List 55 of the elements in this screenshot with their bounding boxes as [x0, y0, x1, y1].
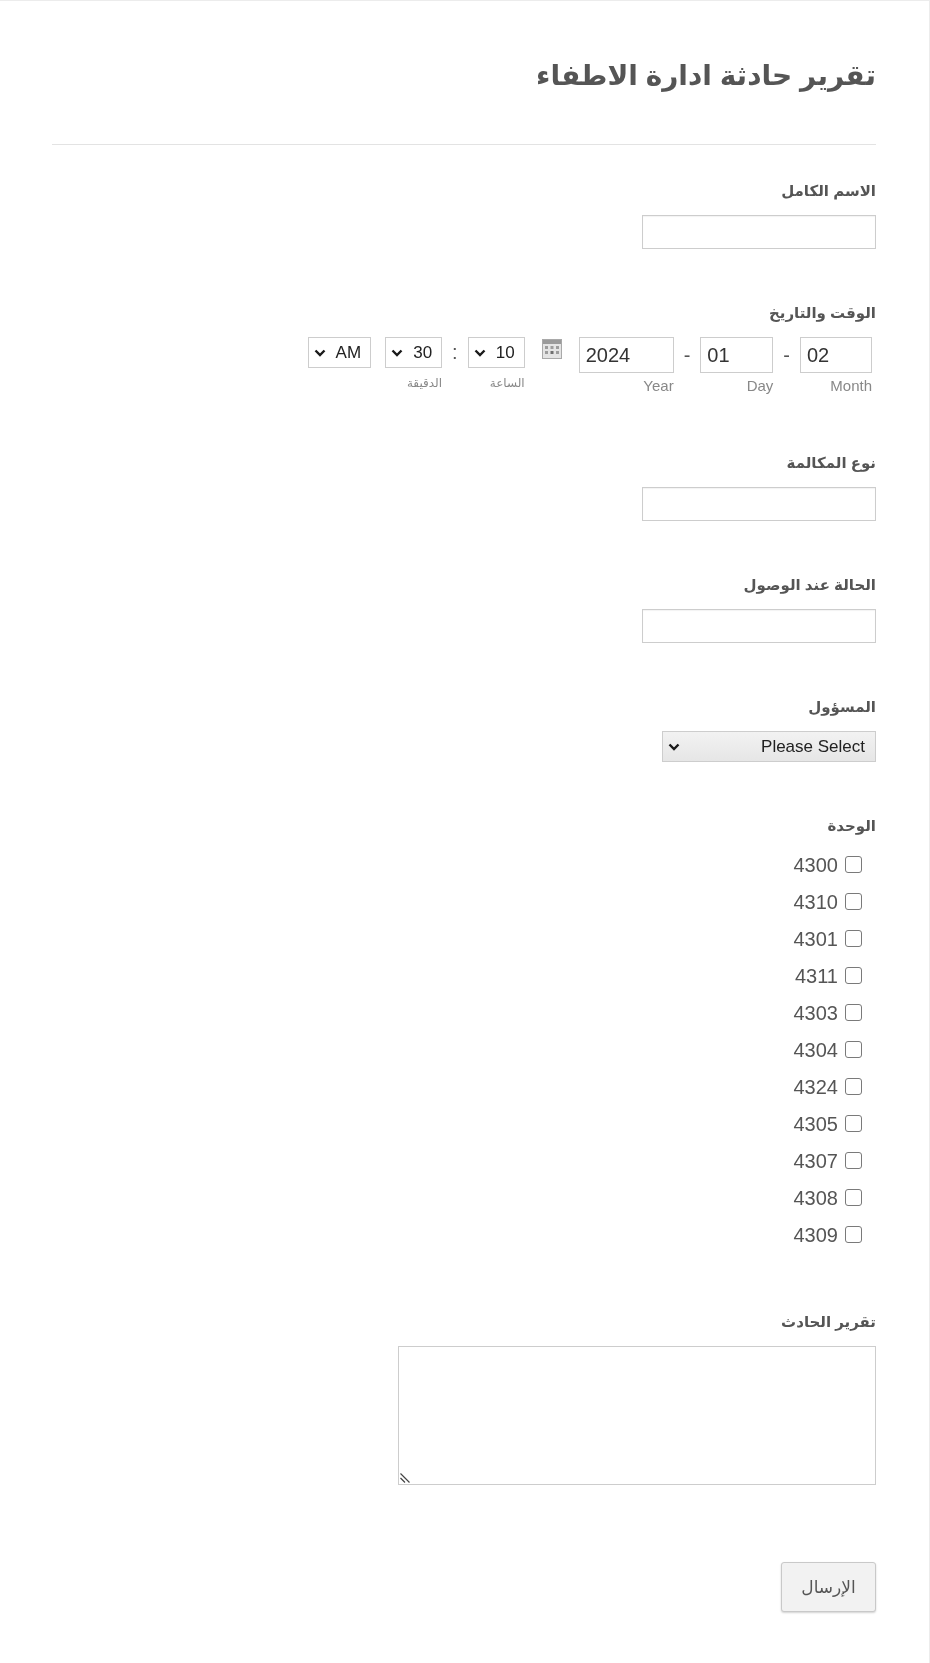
field-label: الوقت والتاريخ [769, 303, 876, 323]
field-sublabel: الدقيقة [406, 375, 443, 392]
field-label: الوحدة [827, 816, 876, 836]
checkbox-label: 4311 [795, 963, 838, 988]
checkbox-label: 4301 [793, 926, 838, 951]
field-sublabel: Day [746, 377, 774, 395]
checkbox[interactable] [845, 1004, 862, 1021]
field-sublabel: الساعة [489, 375, 525, 392]
calendar-icon[interactable] [541, 339, 562, 359]
submit-button[interactable]: الإرسال [781, 1562, 876, 1612]
checkbox-label: 4308 [793, 1185, 838, 1210]
checkbox-label: 4309 [793, 1222, 838, 1247]
field-label: المسؤول [808, 697, 876, 717]
checkbox-label: 4305 [793, 1111, 838, 1136]
day-field[interactable]: 01 [700, 337, 774, 373]
checkbox[interactable] [845, 1189, 862, 1206]
chevron-down-icon [473, 348, 486, 357]
checkbox[interactable] [845, 930, 862, 947]
checkbox[interactable] [845, 856, 862, 873]
field-label: الاسم الكامل [781, 181, 876, 201]
checkbox[interactable] [845, 1041, 862, 1058]
field-sublabel: Year [643, 377, 674, 395]
year-field[interactable]: 2024 [578, 337, 674, 373]
time-separator: : [452, 340, 458, 365]
field-sublabel: Month [830, 377, 872, 395]
checkbox[interactable] [845, 1115, 862, 1132]
chevron-down-icon [668, 742, 680, 751]
checkbox-label: 4300 [793, 852, 838, 877]
chevron-down-icon [314, 348, 327, 357]
checkbox-label: 4324 [793, 1074, 838, 1099]
checkbox-label: 4307 [793, 1148, 838, 1173]
checkbox[interactable] [845, 967, 862, 984]
checkbox[interactable] [845, 1078, 862, 1095]
month-field[interactable]: 02 [800, 337, 872, 373]
period-dropdown[interactable]: AM [308, 337, 372, 368]
hour-dropdown[interactable]: 10 [467, 337, 525, 368]
date-separator: - [783, 343, 790, 368]
chevron-down-icon [391, 348, 404, 357]
field-label: نوع المكالمة [786, 453, 876, 473]
date-separator: - [683, 343, 691, 368]
checkbox[interactable] [845, 1226, 862, 1243]
checkbox-label: 4310 [793, 889, 838, 914]
text-input[interactable] [642, 215, 876, 249]
checkbox-label: 4303 [793, 1000, 838, 1025]
select-dropdown[interactable]: Please Select [662, 731, 876, 762]
field-label: تقرير الحادث [781, 1312, 876, 1332]
form-title: تقرير حادثة ادارة الاطفاء [536, 59, 876, 94]
field-label: الحالة عند الوصول [743, 575, 876, 595]
checkbox[interactable] [845, 893, 862, 910]
minute-dropdown[interactable]: 30 [385, 337, 443, 368]
checkbox-label: 4304 [793, 1037, 838, 1062]
resize-grip-icon[interactable] [400, 1473, 410, 1483]
text-input[interactable] [642, 609, 876, 643]
text-input[interactable] [642, 487, 876, 521]
checkbox[interactable] [845, 1152, 862, 1169]
